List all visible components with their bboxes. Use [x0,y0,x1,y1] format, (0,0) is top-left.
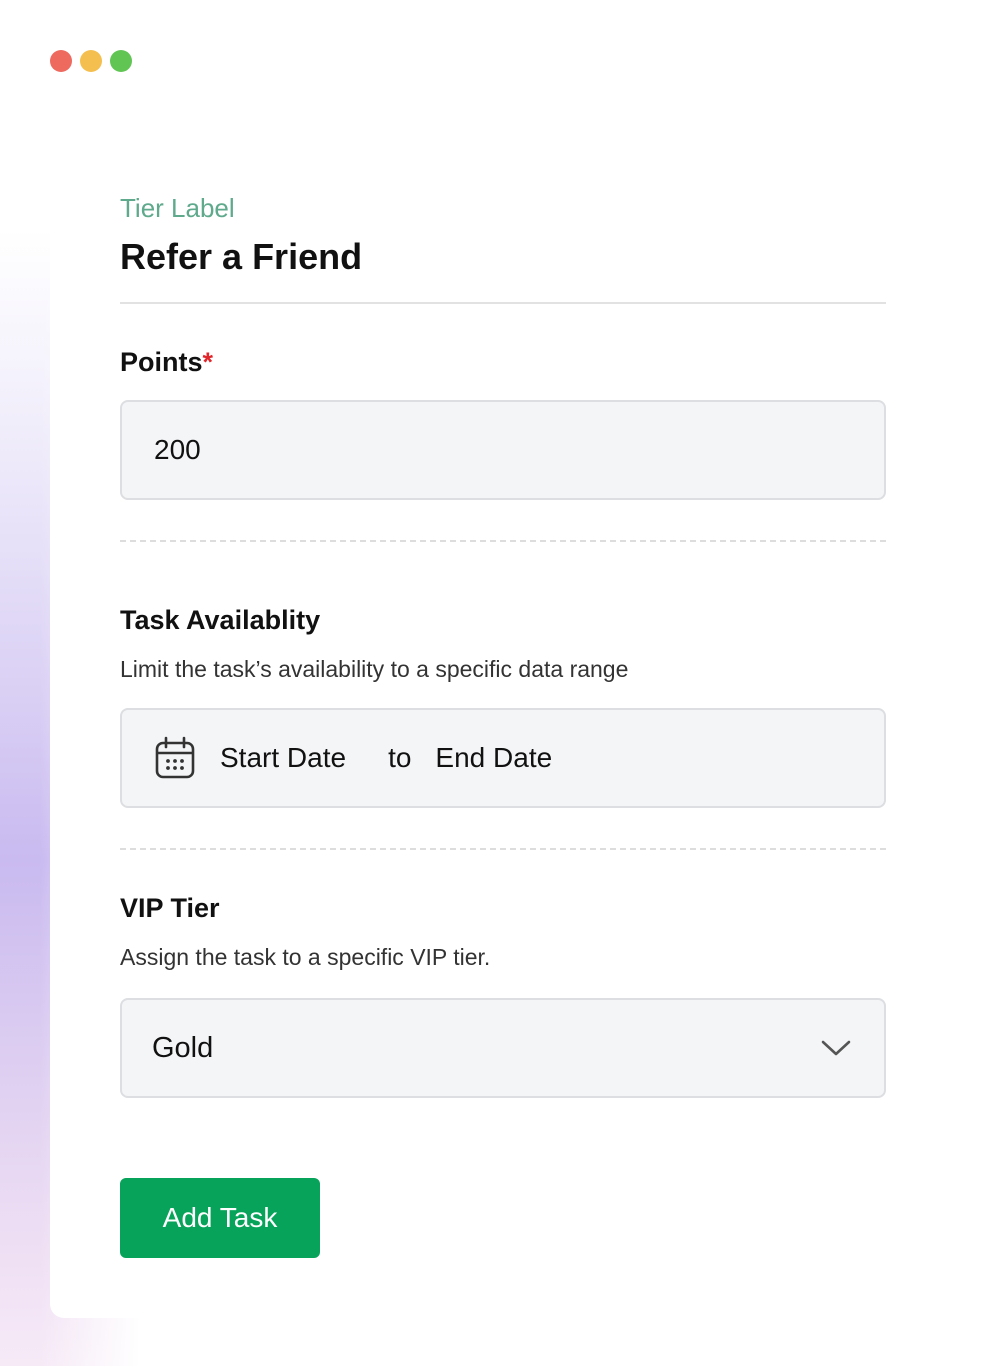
required-mark: * [202,347,214,377]
window-controls [50,50,132,72]
task-form: Tier Label Refer a Friend Points* 200 Ta… [120,188,886,1258]
points-value: 200 [154,434,201,465]
points-label-text: Points [120,347,203,377]
add-task-button[interactable]: Add Task [120,1178,320,1258]
section-divider [120,848,886,850]
chevron-down-icon[interactable] [820,1038,852,1058]
minimize-window-button[interactable] [80,50,102,72]
task-availability-description: Limit the task’s availability to a speci… [120,656,629,682]
maximize-window-button[interactable] [110,50,132,72]
vip-tier-select[interactable]: Gold [120,998,886,1098]
tier-label: Tier Label [120,193,235,223]
vip-tier-label: VIP Tier [120,893,220,923]
vip-tier-description: Assign the task to a specific VIP tier. [120,944,491,970]
date-range-separator: to [388,742,412,773]
start-date-input[interactable]: Start Date [220,742,346,774]
points-input[interactable]: 200 [120,400,886,500]
date-range-picker[interactable]: Start Date to End Date [120,708,886,808]
page-title: Refer a Friend [120,236,363,277]
vip-tier-selected-value: Gold [152,1031,214,1064]
points-label: Points* [120,344,886,380]
calendar-icon[interactable] [154,736,196,780]
close-window-button[interactable] [50,50,72,72]
section-divider [120,540,886,542]
title-divider [120,302,886,304]
end-date-input[interactable]: End Date [435,742,552,774]
task-availability-label: Task Availablity [120,605,321,635]
